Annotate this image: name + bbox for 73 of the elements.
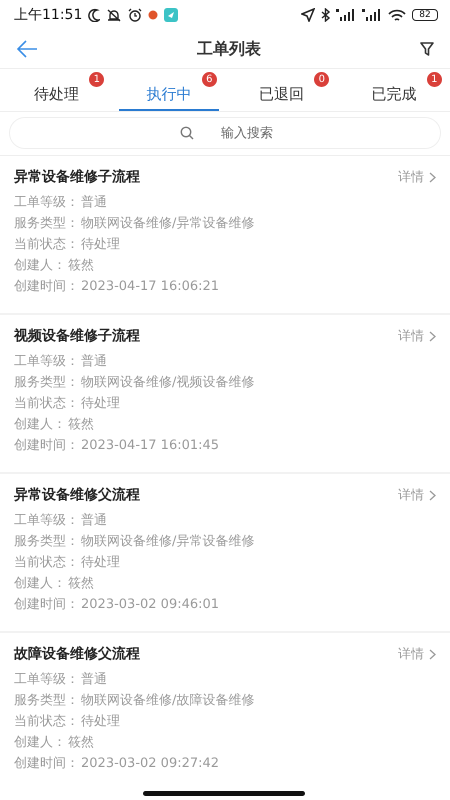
page-title: 工单列表 [196,38,262,60]
filter-icon[interactable] [420,42,434,56]
field-value: 待处理 [81,713,120,731]
order-title: 异常设备维修父流程 [14,486,141,504]
chevron-right-icon [429,648,436,660]
count-badge: 0 [314,72,330,87]
field-label: 服务类型： [14,374,79,392]
field-label: 创建人： [14,257,66,275]
field-label: 服务类型： [14,533,79,551]
bluetooth-icon [321,8,330,22]
field-value: 待处理 [81,395,120,413]
field-label: 工单等级： [14,353,79,371]
field-value: 筱然 [68,257,94,275]
field-value: 待处理 [81,236,120,254]
field-value: 筱然 [68,575,94,593]
location-icon [301,8,315,22]
field-label: 当前状态： [14,395,79,413]
field-label: 创建人： [14,416,66,434]
field-value: 普通 [81,194,107,212]
moon-icon [88,8,100,22]
order-title: 视频设备维修子流程 [14,327,141,345]
field-label: 工单等级： [14,671,79,689]
search-icon [180,126,194,140]
field-value: 普通 [81,670,107,689]
field-value: 物联网设备维修/故障设备维修 [81,692,254,710]
battery-indicator: 82 [412,9,438,21]
signal-icon [362,9,382,21]
field-value: 2023-03-02 09:46:01 [81,596,220,614]
field-label: 创建时间： [14,596,79,614]
field-value: 物联网设备维修/异常设备维修 [81,215,254,233]
field-value: 2023-04-17 16:06:21 [81,278,220,296]
field-value: 筱然 [68,734,94,752]
count-badge: 1 [89,72,104,87]
wifi-icon [388,8,406,22]
field-value: 物联网设备维修/异常设备维修 [81,533,254,551]
field-label: 当前状态： [14,554,79,572]
field-label: 工单等级： [14,194,79,212]
signal-icon [336,9,356,21]
field-value: 筱然 [68,416,94,434]
field-label: 当前状态： [14,236,79,254]
field-label: 创建人： [14,575,66,593]
clock: 上午11:51 [14,6,82,24]
order-card[interactable]: 异常设备维修父流程 详情 工单等级：普通 服务类型：物联网设备维修/异常设备维修 当前状态：待处理 创建人：筱然 创建时间：2023-03-02 09:46:01 [0,474,450,631]
field-label: 创建时间： [14,437,79,455]
muted-bell-icon [106,8,122,22]
field-value: 2023-04-17 16:01:45 [81,437,220,455]
chevron-right-icon [429,330,436,342]
chevron-right-icon [429,172,436,182]
chevron-right-icon [429,490,436,500]
order-card[interactable]: 异常设备维修子流程 详情 工单等级：普通 服务类型：物联网设备维修/异常设备维修 当前状态：待处理 创建人：筱然 创建时间：2023-04-17 16:06:21 [0,156,450,313]
field-label: 创建人： [14,734,66,752]
field-label: 当前状态： [14,713,79,731]
field-value: 物联网设备维修/视频设备维修 [81,374,254,392]
field-value: 待处理 [81,554,120,572]
back-arrow-icon[interactable] [16,39,38,59]
count-badge: 6 [202,72,217,87]
count-badge: 1 [426,72,442,87]
app-notification-icon [148,10,158,20]
order-card[interactable]: 视频设备维修子流程 详情 工单等级：普通 服务类型：物联网设备维修/视频设备维修 当前状态：待处理 创建人：筱然 创建时间：2023-04-17 16:01:45 [0,315,450,472]
field-label: 服务类型： [14,215,79,233]
field-value: 普通 [81,512,107,530]
search-field[interactable]: 输入搜索 [9,117,441,149]
field-label: 服务类型： [14,692,79,710]
order-title: 异常设备维修子流程 [14,168,141,186]
alarm-icon [128,8,142,22]
field-value: 普通 [81,352,107,371]
field-label: 工单等级： [14,512,79,530]
app-notification-icon [164,8,178,22]
order-card[interactable]: 故障设备维修父流程 详情 工单等级：普通 服务类型：物联网设备维修/故障设备维修 当前状态：待处理 创建人：筱然 创建时间：2023-03-02 09:27:42 [0,633,450,790]
field-label: 创建时间： [14,755,79,773]
field-label: 创建时间： [14,278,79,296]
order-title: 故障设备维修父流程 [14,645,141,663]
field-value: 2023-03-02 09:27:42 [81,755,220,773]
